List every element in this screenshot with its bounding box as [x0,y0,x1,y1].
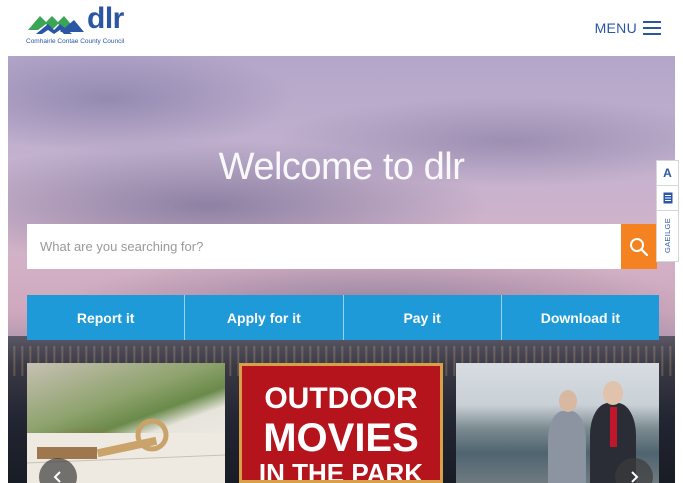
document-button[interactable] [657,186,678,211]
search-input[interactable] [27,224,623,269]
hero-banner: Welcome to dlr Report it Apply for it Pa… [8,56,675,483]
dlr-logo[interactable]: dlr Comhairle Contae County Council [26,2,136,50]
site-header: dlr Comhairle Contae County Council MENU [0,0,683,56]
card-movies-line3: IN THE PARK [258,458,424,483]
apply-for-it-button[interactable]: Apply for it [185,295,344,340]
logo-wordmark: dlr [87,2,124,35]
text-size-button[interactable]: A [657,161,678,186]
gaeilge-label: GAEILGE [663,218,672,254]
report-it-button[interactable]: Report it [27,295,186,340]
search-box [27,224,623,269]
person-woman [548,411,586,483]
card-movies-line2: MOVIES [263,416,419,460]
menu-label: MENU [594,20,637,36]
document-icon [663,192,672,204]
card-movies-line1: OUTDOOR [264,382,418,415]
person-woman-head [559,390,577,412]
download-it-button[interactable]: Download it [501,295,659,340]
red-tie [610,407,617,447]
search-icon [630,237,649,256]
accessibility-toolbar: A GAEILGE [656,160,679,262]
person-man-head [603,381,623,405]
chevron-left-icon [53,471,61,483]
gaeilge-language-button[interactable]: GAEILGE [657,211,678,261]
chevron-right-icon [631,471,639,483]
card-outdoor-movies[interactable]: OUTDOOR MOVIES IN THE PARK [239,363,443,483]
quick-actions: Report it Apply for it Pay it Download i… [27,295,659,340]
waves-logo-icon [28,16,84,34]
search-button[interactable] [621,224,657,269]
logo-subtitle: Comhairle Contae County Council [26,38,125,45]
hamburger-icon [643,21,661,35]
menu-button[interactable]: MENU [595,17,661,39]
hero-title: Welcome to dlr [218,146,465,188]
pay-it-button[interactable]: Pay it [343,295,502,340]
